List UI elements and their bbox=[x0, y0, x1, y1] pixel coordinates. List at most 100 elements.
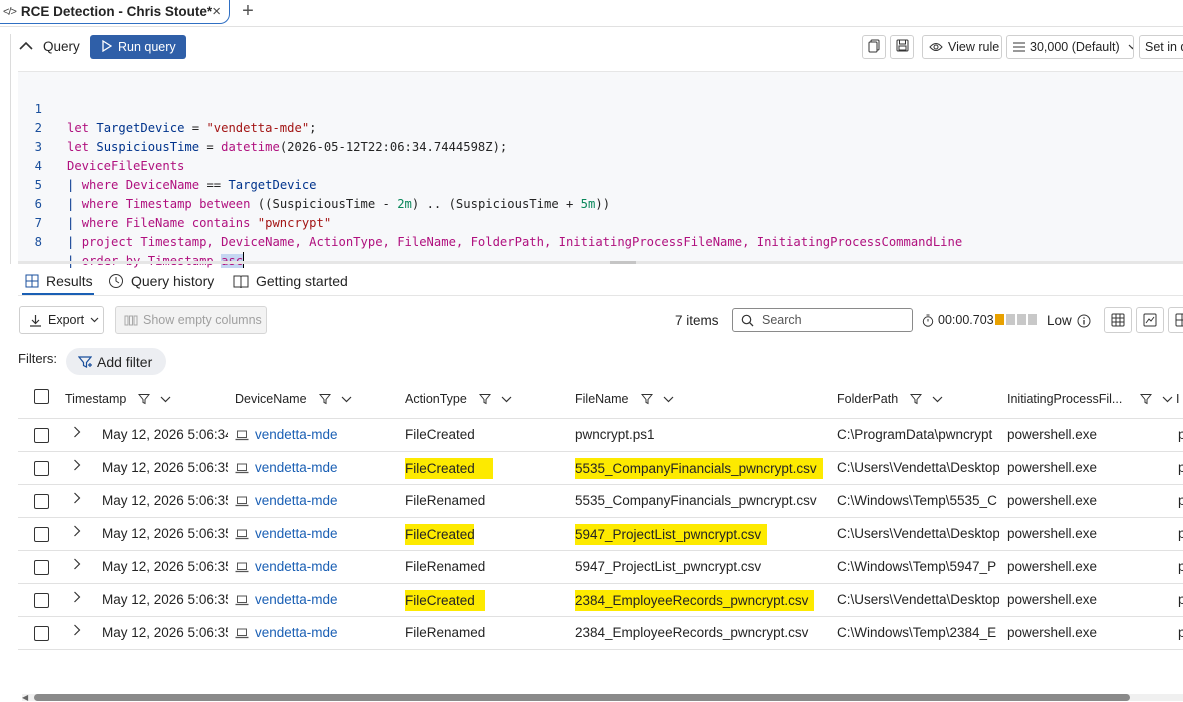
chevron-down-icon[interactable] bbox=[160, 396, 171, 403]
chevron-right-icon[interactable] bbox=[73, 617, 81, 645]
show-empty-columns-button[interactable]: Show empty columns bbox=[115, 306, 267, 334]
column-header-folderpath[interactable]: FolderPath bbox=[837, 380, 943, 418]
tab-results[interactable]: Results bbox=[25, 270, 93, 292]
chevron-down-icon[interactable] bbox=[932, 396, 943, 403]
device-name[interactable]: vendetta-mde bbox=[255, 452, 338, 484]
chevron-up-icon[interactable] bbox=[18, 36, 34, 56]
column-header-timestamp[interactable]: Timestamp bbox=[65, 380, 171, 418]
cell-action-type: FileCreated bbox=[405, 452, 565, 484]
info-icon[interactable] bbox=[1077, 314, 1091, 328]
cell-action-type: FileCreated bbox=[405, 584, 565, 616]
device-name[interactable]: vendetta-mde bbox=[255, 551, 338, 583]
row-checkbox[interactable] bbox=[34, 461, 49, 476]
close-icon[interactable]: × bbox=[212, 3, 221, 20]
select-all-checkbox[interactable] bbox=[34, 389, 49, 404]
cell-device-link[interactable]: vendetta-mde bbox=[235, 617, 395, 649]
copy-button[interactable] bbox=[862, 35, 886, 59]
copy-icon bbox=[868, 39, 880, 56]
chevron-right-icon[interactable] bbox=[73, 452, 81, 480]
cell-device-link[interactable]: vendetta-mde bbox=[235, 419, 395, 451]
view-rule-button[interactable]: View rule bbox=[922, 35, 1002, 59]
result-limit-dropdown[interactable]: 30,000 (Default) bbox=[1006, 35, 1134, 59]
chevron-down-icon[interactable] bbox=[663, 396, 674, 403]
query-editor[interactable]: 1 let TargetDevice = "vendetta-mde"; 2 l… bbox=[18, 71, 1183, 268]
column-title: FolderPath bbox=[837, 392, 899, 406]
funnel-icon[interactable] bbox=[1140, 393, 1153, 405]
search-input[interactable]: Search bbox=[732, 308, 913, 332]
save-button[interactable] bbox=[890, 35, 914, 59]
table-row[interactable]: May 12, 2026 5:06:35 vendetta-mde FileCr… bbox=[18, 584, 1183, 617]
funnel-icon[interactable] bbox=[640, 393, 653, 405]
funnel-icon[interactable] bbox=[138, 393, 151, 405]
tab-getting-started-label: Getting started bbox=[256, 273, 348, 289]
row-checkbox[interactable] bbox=[34, 494, 49, 509]
funnel-icon bbox=[78, 355, 92, 368]
table-view-button[interactable] bbox=[1104, 307, 1132, 333]
tab-getting-started[interactable]: Getting started bbox=[233, 270, 348, 292]
table-row[interactable]: May 12, 2026 5:06:35 vendetta-mde FileRe… bbox=[18, 617, 1183, 650]
cell-device-link[interactable]: vendetta-mde bbox=[235, 584, 395, 616]
run-query-button[interactable]: Run query bbox=[90, 35, 186, 59]
laptop-icon bbox=[235, 430, 249, 440]
chevron-right-icon[interactable] bbox=[73, 551, 81, 579]
row-checkbox[interactable] bbox=[34, 626, 49, 641]
row-checkbox[interactable] bbox=[34, 428, 49, 443]
horizontal-scrollbar[interactable]: ◀ bbox=[22, 692, 1183, 702]
scrollbar-thumb[interactable] bbox=[34, 694, 1130, 701]
row-checkbox[interactable] bbox=[34, 527, 49, 542]
chevron-down-icon[interactable] bbox=[1162, 396, 1173, 403]
chart-view-button[interactable] bbox=[1136, 307, 1164, 333]
add-filter-button[interactable]: Add filter bbox=[66, 348, 166, 375]
more-view-button[interactable] bbox=[1168, 307, 1183, 333]
cell-timestamp: May 12, 2026 5:06:35 bbox=[102, 493, 228, 508]
code-text: | project Timestamp, DeviceName, ActionT… bbox=[67, 235, 963, 249]
device-name[interactable]: vendetta-mde bbox=[255, 617, 338, 649]
laptop-icon bbox=[235, 496, 249, 506]
set-in-query-button[interactable]: Set in q bbox=[1139, 35, 1183, 59]
new-tab-button[interactable]: + bbox=[238, 0, 258, 22]
cell-initiating-process: powershell.exe bbox=[1007, 592, 1098, 607]
cell-device-link[interactable]: vendetta-mde bbox=[235, 518, 395, 550]
column-header-filename[interactable]: FileName bbox=[575, 380, 674, 418]
column-header-initiatingprocessfilename[interactable]: InitiatingProcessFil... bbox=[1007, 380, 1173, 418]
row-checkbox[interactable] bbox=[34, 593, 49, 608]
chevron-down-icon[interactable] bbox=[501, 396, 512, 403]
device-name[interactable]: vendetta-mde bbox=[255, 584, 338, 616]
cell-timestamp: May 12, 2026 5:06:35 bbox=[102, 625, 228, 640]
chevron-right-icon[interactable] bbox=[73, 584, 81, 612]
cell-device-link[interactable]: vendetta-mde bbox=[235, 452, 395, 484]
device-name[interactable]: vendetta-mde bbox=[255, 485, 338, 517]
cell-truncated: p bbox=[1178, 526, 1183, 541]
funnel-icon[interactable] bbox=[318, 393, 331, 405]
cell-file-name: 5947_ProjectList_pwncrypt.csv bbox=[575, 559, 762, 574]
column-header-truncated[interactable]: I bbox=[1176, 380, 1183, 418]
chevron-right-icon[interactable] bbox=[73, 518, 81, 546]
chevron-right-icon[interactable] bbox=[73, 485, 81, 513]
table-row[interactable]: May 12, 2026 5:06:35 vendetta-mde FileCr… bbox=[18, 518, 1183, 551]
column-header-actiontype[interactable]: ActionType bbox=[405, 380, 512, 418]
cell-action-type: FileCreated bbox=[405, 427, 475, 442]
editor-resize-bar[interactable] bbox=[18, 261, 1183, 264]
table-row[interactable]: May 12, 2026 5:06:35 vendetta-mde FileCr… bbox=[18, 452, 1183, 485]
table-row[interactable]: May 12, 2026 5:06:35 vendetta-mde FileRe… bbox=[18, 551, 1183, 584]
cell-action-type: FileCreated bbox=[405, 518, 565, 550]
table-row[interactable]: May 12, 2026 5:06:35 vendetta-mde FileRe… bbox=[18, 485, 1183, 518]
funnel-icon[interactable] bbox=[478, 393, 491, 405]
tab-query-history[interactable]: Query history bbox=[108, 270, 214, 292]
chevron-down-icon[interactable] bbox=[341, 396, 352, 403]
chevron-right-icon[interactable] bbox=[73, 419, 81, 447]
device-name[interactable]: vendetta-mde bbox=[255, 419, 338, 451]
row-checkbox[interactable] bbox=[34, 560, 49, 575]
cell-folder-path: C:\Users\Vendetta\Desktop bbox=[837, 526, 999, 541]
export-button[interactable]: Export bbox=[19, 306, 104, 334]
resize-grip[interactable] bbox=[610, 261, 636, 264]
device-name[interactable]: vendetta-mde bbox=[255, 518, 338, 550]
table-row[interactable]: May 12, 2026 5:06:34 vendetta-mde FileCr… bbox=[18, 419, 1183, 452]
laptop-icon bbox=[235, 463, 249, 473]
column-header-devicename[interactable]: DeviceName bbox=[235, 380, 352, 418]
cell-device-link[interactable]: vendetta-mde bbox=[235, 551, 395, 583]
tab-rce-detection[interactable]: </> RCE Detection - Chris Stoute* × bbox=[0, 0, 230, 24]
cell-device-link[interactable]: vendetta-mde bbox=[235, 485, 395, 517]
funnel-icon[interactable] bbox=[910, 393, 923, 405]
eye-icon bbox=[929, 42, 943, 52]
